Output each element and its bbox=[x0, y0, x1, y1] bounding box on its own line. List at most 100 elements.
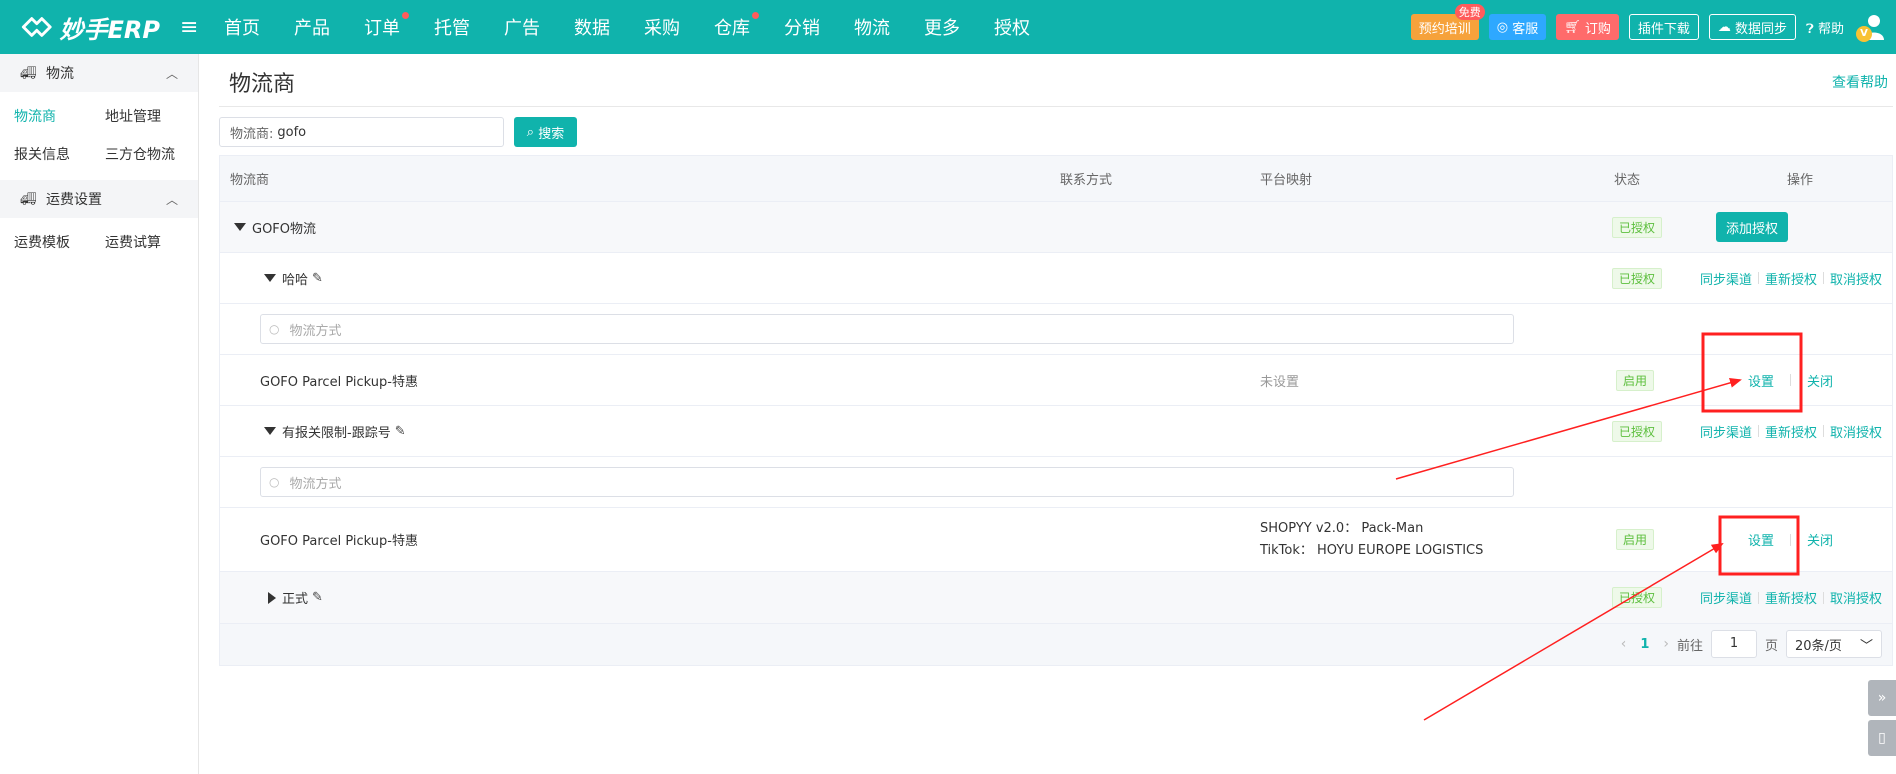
plugin-download-button[interactable]: 插件下载 bbox=[1628, 14, 1699, 40]
method-row: GOFO Parcel Pickup-特惠 未设置 启用 设置 关闭 bbox=[220, 355, 1892, 406]
method-search-input[interactable]: ○ 物流方式 bbox=[260, 314, 1514, 344]
nav-ads[interactable]: 广告 bbox=[504, 14, 574, 40]
cancel-authorization-link[interactable]: 取消授权 bbox=[1830, 422, 1882, 441]
caret-down-icon[interactable] bbox=[234, 223, 246, 231]
training-button[interactable]: 预约培训 免费 bbox=[1410, 4, 1485, 40]
nav-distribution[interactable]: 分销 bbox=[784, 14, 854, 40]
service-button[interactable]: ◎ 客服 bbox=[1488, 14, 1547, 40]
sidebar-item-3pl[interactable]: 三方仓物流 bbox=[105, 136, 205, 174]
collapse-double-chevron-icon[interactable]: » bbox=[1868, 680, 1896, 716]
menu-toggle-icon[interactable]: ≡ bbox=[180, 15, 204, 40]
nav-logistics[interactable]: 物流 bbox=[854, 14, 924, 40]
cancel-authorization-link[interactable]: 取消授权 bbox=[1830, 588, 1882, 607]
logo[interactable]: 妙手ERP bbox=[20, 10, 160, 45]
col-actions: 操作 bbox=[1787, 173, 1814, 188]
method-name: GOFO Parcel Pickup-特惠 bbox=[260, 374, 418, 390]
status-badge: 已授权 bbox=[1612, 587, 1663, 608]
account-name: 正式 bbox=[282, 592, 309, 607]
reauthorize-link[interactable]: 重新授权 bbox=[1765, 588, 1817, 607]
mapping-value: 未设置 bbox=[1260, 374, 1300, 390]
sidebar-item-providers[interactable]: 物流商 bbox=[14, 98, 105, 136]
reauthorize-link[interactable]: 重新授权 bbox=[1765, 269, 1817, 288]
status-badge: 已授权 bbox=[1612, 420, 1663, 442]
sidebar: 🚚︎ 物流 ︿ 物流商 地址管理 报关信息 三方仓物流 🚚︎ 运费设置 ︿ 运费… bbox=[0, 54, 199, 774]
method-search-input[interactable]: ○ 物流方式 bbox=[260, 467, 1514, 497]
nav-hosting[interactable]: 托管 bbox=[434, 14, 504, 40]
reauthorize-link[interactable]: 重新授权 bbox=[1765, 422, 1817, 441]
data-sync-button[interactable]: ☁ 数据同步 bbox=[1708, 14, 1797, 40]
sync-channel-link[interactable]: 同步渠道 bbox=[1700, 422, 1752, 441]
page-size-select[interactable]: 20条/页 ﹀ bbox=[1786, 630, 1882, 658]
sidebar-items-freight: 运费模板 运费试算 bbox=[0, 218, 198, 268]
avatar[interactable]: V bbox=[1856, 12, 1886, 42]
cart-icon: 🛒︎ bbox=[1564, 19, 1585, 35]
mapping-value: TikTok： HOYU EUROPE LOGISTICS bbox=[1260, 542, 1484, 558]
status-badge: 启用 bbox=[1616, 529, 1655, 550]
sidebar-group-logistics[interactable]: 🚚︎ 物流 ︿ bbox=[0, 54, 198, 92]
nav-orders[interactable]: 订单 bbox=[364, 12, 434, 40]
floating-tools: » ▯ bbox=[1868, 680, 1896, 760]
logo-icon bbox=[21, 17, 52, 37]
logo-text: 妙手ERP bbox=[59, 15, 160, 44]
divider bbox=[1823, 425, 1825, 437]
mobile-icon[interactable]: ▯ bbox=[1868, 720, 1896, 756]
caret-right-icon[interactable] bbox=[268, 591, 276, 604]
divider bbox=[1790, 533, 1792, 546]
divider bbox=[1758, 425, 1760, 437]
cancel-authorization-link[interactable]: 取消授权 bbox=[1830, 269, 1882, 288]
sidebar-item-customs[interactable]: 报关信息 bbox=[14, 136, 105, 174]
close-link[interactable]: 关闭 bbox=[1807, 371, 1833, 390]
provider-search-field[interactable]: 物流商: bbox=[219, 117, 504, 147]
sync-channel-link[interactable]: 同步渠道 bbox=[1700, 269, 1752, 288]
chevron-up-icon: ︿ bbox=[165, 192, 178, 207]
order-button[interactable]: 🛒︎ 订购 bbox=[1556, 14, 1619, 40]
current-page[interactable]: 1 bbox=[1640, 637, 1649, 652]
top-navbar: 妙手ERP ≡ 首页 产品 订单 托管 广告 数据 采购 仓库 分销 物流 更多… bbox=[0, 0, 1896, 54]
edit-icon[interactable]: ✎ bbox=[312, 271, 323, 286]
close-link[interactable]: 关闭 bbox=[1807, 530, 1833, 549]
edit-icon[interactable]: ✎ bbox=[395, 424, 406, 439]
caret-down-icon[interactable] bbox=[264, 427, 276, 435]
notification-dot bbox=[402, 12, 409, 19]
col-mapping: 平台映射 bbox=[1260, 173, 1313, 188]
sidebar-item-freight-calc[interactable]: 运费试算 bbox=[105, 224, 205, 262]
nav-home[interactable]: 首页 bbox=[224, 14, 294, 40]
method-search-row: ○ 物流方式 bbox=[220, 457, 1892, 508]
sidebar-item-freight-template[interactable]: 运费模板 bbox=[14, 224, 105, 262]
search-icon: ○ bbox=[269, 322, 280, 336]
view-help-link[interactable]: 查看帮助 bbox=[1832, 72, 1888, 92]
sidebar-item-address[interactable]: 地址管理 bbox=[105, 98, 205, 136]
nav-products[interactable]: 产品 bbox=[294, 14, 364, 40]
settings-link[interactable]: 设置 bbox=[1748, 530, 1774, 549]
divider bbox=[1758, 591, 1760, 604]
account-name: 哈哈 bbox=[282, 272, 309, 288]
divider bbox=[1823, 272, 1825, 284]
status-badge: 已授权 bbox=[1612, 267, 1663, 289]
caret-down-icon[interactable] bbox=[264, 274, 276, 282]
next-page-icon[interactable]: › bbox=[1663, 636, 1669, 652]
prev-page-icon[interactable]: ‹ bbox=[1621, 636, 1627, 652]
help-link[interactable]: ❓︎ 帮助 bbox=[1806, 18, 1844, 37]
sync-channel-link[interactable]: 同步渠道 bbox=[1700, 588, 1752, 607]
nav-more[interactable]: 更多 bbox=[924, 14, 994, 40]
nav-purchase[interactable]: 采购 bbox=[644, 14, 714, 40]
divider bbox=[219, 106, 1893, 107]
sidebar-group-freight[interactable]: 🚚︎ 运费设置 ︿ bbox=[0, 180, 198, 218]
divider bbox=[1790, 374, 1792, 386]
search-button[interactable]: ⌕ 搜索 bbox=[514, 117, 577, 147]
settings-link[interactable]: 设置 bbox=[1748, 371, 1774, 390]
col-provider: 物流商 bbox=[230, 173, 270, 188]
add-authorization-button[interactable]: 添加授权 bbox=[1716, 212, 1789, 242]
nav-data[interactable]: 数据 bbox=[574, 14, 644, 40]
edit-icon[interactable]: ✎ bbox=[312, 590, 323, 605]
nav-authorize[interactable]: 授权 bbox=[994, 14, 1064, 40]
cloud-upload-icon: ☁ bbox=[1717, 19, 1736, 35]
col-contact: 联系方式 bbox=[1060, 173, 1113, 188]
provider-table: 物流商 联系方式 平台映射 状态 操作 GOFO物流 已授权 添加授权 哈哈 ✎… bbox=[219, 155, 1893, 624]
provider-search-input[interactable] bbox=[277, 124, 448, 140]
nav-warehouse[interactable]: 仓库 bbox=[714, 12, 784, 40]
question-icon: ❓︎ bbox=[1806, 21, 1818, 37]
method-row: GOFO Parcel Pickup-特惠 SHOPYY v2.0： Pack-… bbox=[220, 508, 1892, 572]
page-unit: 页 bbox=[1764, 638, 1778, 654]
goto-page-input[interactable]: 1 bbox=[1710, 630, 1757, 658]
